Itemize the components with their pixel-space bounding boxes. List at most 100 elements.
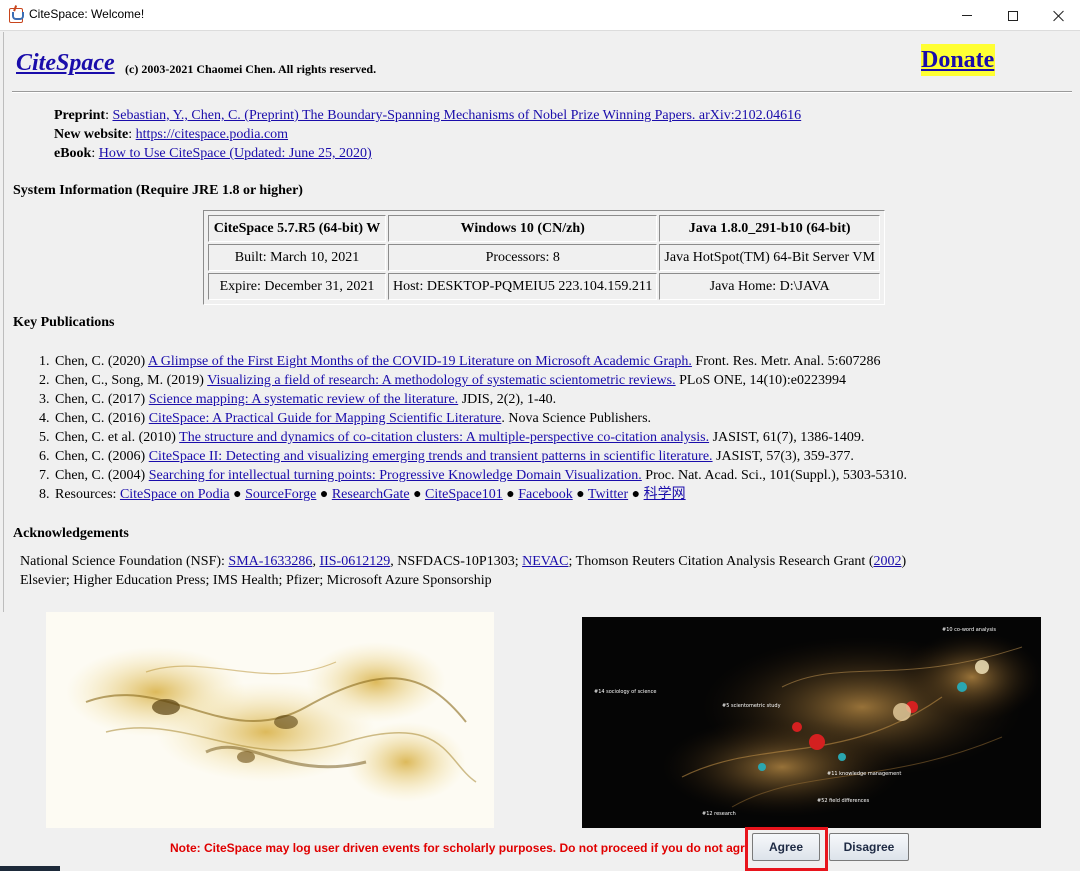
resource-link-twitter[interactable]: Twitter: [588, 487, 628, 502]
pub-source: Front. Res. Metr. Anal. 5:607286: [691, 354, 881, 369]
java-home-cell: Java Home: D:\JAVA: [659, 273, 880, 300]
bullet: ●: [572, 487, 588, 502]
acknowledgements-heading: Acknowledgements: [13, 526, 129, 541]
publication-link[interactable]: CiteSpace II: Detecting and visualizing …: [149, 449, 713, 464]
pub-author: Chen, C. (2006): [55, 449, 149, 464]
dark-network-graphic: #14 sociology of science #12 research #1…: [582, 617, 1041, 828]
publication-link[interactable]: Visualizing a field of research: A metho…: [207, 373, 675, 388]
copyright-text: (c) 2003-2021 Chaomei Chen. All rights r…: [125, 62, 377, 76]
info-sep: :: [128, 127, 136, 142]
publication-link[interactable]: CiteSpace: A Practical Guide for Mapping…: [149, 411, 502, 426]
list-item: 6. Chen, C. (2006) CiteSpace II: Detectin…: [39, 447, 907, 466]
system-info-table: CiteSpace 5.7.R5 (64-bit) W Windows 10 (…: [203, 210, 885, 305]
pub-source: PLoS ONE, 14(10):e0223994: [675, 373, 846, 388]
list-item: 2. Chen, C., Song, M. (2019) Visualizing …: [39, 371, 907, 390]
java-app-icon: [9, 8, 24, 23]
info-sep: :: [91, 146, 99, 161]
system-info-heading: System Information (Require JRE 1.8 or h…: [13, 183, 303, 198]
header-row: CiteSpace: [16, 50, 115, 77]
list-item: 5. Chen, C. et al. (2010) The structure a…: [39, 428, 907, 447]
grant-year-link[interactable]: 2002: [874, 554, 902, 569]
item-number: 8.: [39, 487, 50, 502]
resource-link-citespace101[interactable]: CiteSpace101: [425, 487, 503, 502]
item-number: 3.: [39, 392, 50, 407]
close-icon: [1053, 10, 1065, 22]
ack-line-1: National Science Foundation (NSF): SMA-1…: [20, 552, 906, 571]
pub-source: . Nova Science Publishers.: [501, 411, 652, 426]
version-cell: CiteSpace 5.7.R5 (64-bit) W: [208, 215, 386, 242]
resource-link-podia[interactable]: CiteSpace on Podia: [120, 487, 230, 502]
list-item: 7. Chen, C. (2004) Searching for intellec…: [39, 466, 907, 485]
citespace-home-link[interactable]: CiteSpace: [16, 50, 115, 76]
os-cell: Windows 10 (CN/zh): [388, 215, 658, 242]
website-link[interactable]: https://citespace.podia.com: [136, 127, 288, 142]
donate-box: Donate: [921, 44, 995, 76]
info-preprint: Preprint: Sebastian, Y., Chen, C. (Prepr…: [54, 106, 801, 125]
list-item: 4. Chen, C. (2016) CiteSpace: A Practical…: [39, 409, 907, 428]
window-title-bar: CiteSpace: Welcome!: [0, 0, 1080, 31]
ack-text: , NSFDACS-10P1303;: [390, 554, 523, 569]
disagree-button[interactable]: Disagree: [829, 833, 909, 861]
maximize-button[interactable]: [990, 0, 1036, 31]
pub-author: Chen, C. (2020): [55, 354, 148, 369]
host-cell: Host: DESKTOP-PQMEIU5 223.104.159.211: [388, 273, 658, 300]
resource-link-sourceforge[interactable]: SourceForge: [245, 487, 316, 502]
minimize-icon: [962, 15, 972, 16]
ack-text: ; Thomson Reuters Citation Analysis Rese…: [568, 554, 874, 569]
resources-item: 8. Resources: CiteSpace on Podia ● Source…: [39, 485, 907, 504]
pub-source: JDIS, 2(2), 1-40.: [458, 392, 557, 407]
taskbar-edge: [0, 866, 60, 871]
bullet: ●: [502, 487, 519, 502]
expire-cell: Expire: December 31, 2021: [208, 273, 386, 300]
resource-link-researchgate[interactable]: ResearchGate: [332, 487, 410, 502]
close-button[interactable]: [1036, 0, 1080, 31]
cluster-label: #11 knowledge management: [827, 771, 901, 777]
item-number: 2.: [39, 373, 50, 388]
divider: [12, 91, 1072, 93]
item-number: 4.: [39, 411, 50, 426]
bullet: ●: [628, 487, 644, 502]
nsf-grant-link-1[interactable]: SMA-1633286: [228, 554, 312, 569]
pub-author: Chen, C. (2017): [55, 392, 149, 407]
pub-source: JASIST, 57(3), 359-377.: [712, 449, 854, 464]
resource-link-sciencenet[interactable]: 科学网: [644, 487, 686, 502]
publication-link[interactable]: A Glimpse of the First Eight Months of t…: [148, 354, 692, 369]
list-item: 3. Chen, C. (2017) Science mapping: A sys…: [39, 390, 907, 409]
resource-link-facebook[interactable]: Facebook: [518, 487, 572, 502]
bullet: ●: [409, 487, 426, 502]
publication-link[interactable]: Science mapping: A systematic review of …: [149, 392, 458, 407]
pub-author: Chen, C. et al. (2010): [55, 430, 180, 445]
info-label: eBook: [54, 146, 92, 161]
processors-cell: Processors: 8: [388, 244, 658, 271]
publication-link[interactable]: The structure and dynamics of co-citatio…: [179, 430, 709, 445]
agree-highlight-annotation: [745, 827, 828, 871]
pub-author: Chen, C. (2016): [55, 411, 149, 426]
built-cell: Built: March 10, 2021: [208, 244, 386, 271]
resources-label: Resources:: [55, 487, 120, 502]
preprint-link[interactable]: Sebastian, Y., Chen, C. (Preprint) The B…: [112, 108, 801, 123]
item-number: 7.: [39, 468, 50, 483]
maximize-icon: [1008, 10, 1018, 21]
minimize-button[interactable]: [944, 0, 990, 31]
nsf-grant-link-2[interactable]: IIS-0612129: [319, 554, 390, 569]
pub-source: Proc. Nat. Acad. Sci., 101(Suppl.), 5303…: [641, 468, 907, 483]
bottom-panel: #14 sociology of science #12 research #1…: [0, 612, 1080, 871]
acknowledgements-text: National Science Foundation (NSF): SMA-1…: [20, 552, 906, 590]
publication-link[interactable]: Searching for intellectual turning point…: [149, 468, 642, 483]
item-number: 5.: [39, 430, 50, 445]
bullet: ●: [229, 487, 246, 502]
key-publications-heading: Key Publications: [13, 315, 115, 330]
ack-text: ): [901, 554, 907, 569]
window-title: CiteSpace: Welcome!: [29, 7, 145, 21]
ack-nsf-label: National Science Foundation (NSF):: [20, 554, 229, 569]
bullet: ●: [316, 487, 332, 502]
nevac-link[interactable]: NEVAC: [522, 554, 568, 569]
info-website: New website: https://citespace.podia.com: [54, 125, 801, 144]
pub-author: Chen, C. (2004): [55, 468, 149, 483]
network-visualization-dark-image: #14 sociology of science #12 research #1…: [582, 617, 1041, 828]
item-number: 6.: [39, 449, 50, 464]
donate-link[interactable]: Donate: [921, 47, 994, 74]
ebook-link[interactable]: How to Use CiteSpace (Updated: June 25, …: [99, 146, 372, 161]
pub-source: JASIST, 61(7), 1386-1409.: [709, 430, 865, 445]
info-ebook: eBook: How to Use CiteSpace (Updated: Ju…: [54, 144, 801, 163]
